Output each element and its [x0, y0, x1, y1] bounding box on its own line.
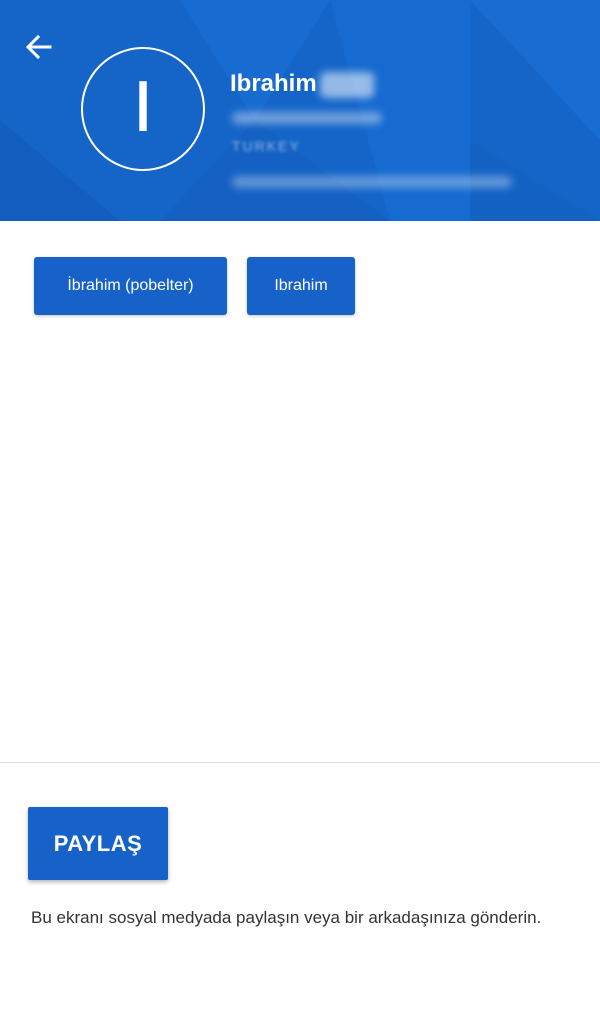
account-chip-ibrahim[interactable]: Ibrahim: [247, 257, 355, 315]
profile-name: Ibrahim: [230, 70, 317, 97]
avatar-initial: I: [131, 67, 155, 147]
account-chip-pobelter[interactable]: İbrahim (pobelter): [34, 257, 227, 315]
redacted-detail: [232, 112, 382, 124]
back-button[interactable]: [22, 30, 56, 64]
share-button[interactable]: PAYLAŞ: [28, 807, 168, 880]
share-description: Bu ekranı sosyal medyada paylaşın veya b…: [31, 908, 542, 927]
avatar: I: [81, 47, 205, 171]
profile-country: TURKEY: [232, 138, 301, 154]
redacted-email: [232, 176, 512, 188]
profile-header: I Ibrahim TURKEY: [0, 0, 600, 221]
redacted-surname: [320, 72, 374, 98]
divider: [0, 762, 600, 763]
arrow-left-icon: [25, 34, 52, 60]
